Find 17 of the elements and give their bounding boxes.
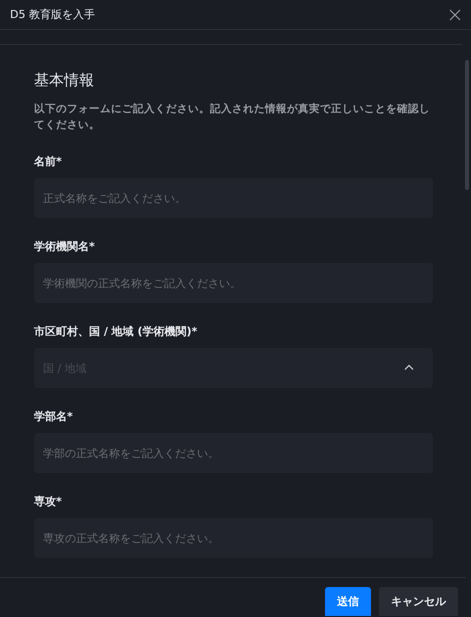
input-field[interactable]: 学術機関の正式名称をご記入ください。 bbox=[34, 263, 433, 303]
field-label: 名前* bbox=[34, 154, 62, 170]
submit-button[interactable]: 送信 bbox=[325, 587, 371, 616]
caret-up-icon bbox=[404, 364, 414, 370]
cancel-button[interactable]: キャンセル bbox=[379, 587, 458, 616]
scrollbar[interactable] bbox=[465, 60, 469, 190]
field-label: 学術機関名* bbox=[34, 239, 95, 255]
field-label: 学部名* bbox=[34, 409, 73, 425]
field-label: 市区町村、国 / 地域 (学術機関)* bbox=[34, 324, 198, 340]
input-field[interactable]: 学部の正式名称をご記入ください。 bbox=[34, 433, 433, 473]
section-heading: 基本情報 bbox=[34, 70, 95, 91]
input-field[interactable]: 専攻の正式名称をご記入ください。 bbox=[34, 518, 433, 558]
window-title: D5 教育版を入手 bbox=[10, 7, 95, 22]
close-icon[interactable] bbox=[449, 8, 461, 20]
description-text: 以下のフォームにご記入ください。記入された情報が真実で正しいことを確認してください。 bbox=[34, 102, 431, 133]
input-field[interactable]: 正式名称をご記入ください。 bbox=[34, 178, 433, 218]
field-label: 専攻* bbox=[34, 494, 62, 510]
